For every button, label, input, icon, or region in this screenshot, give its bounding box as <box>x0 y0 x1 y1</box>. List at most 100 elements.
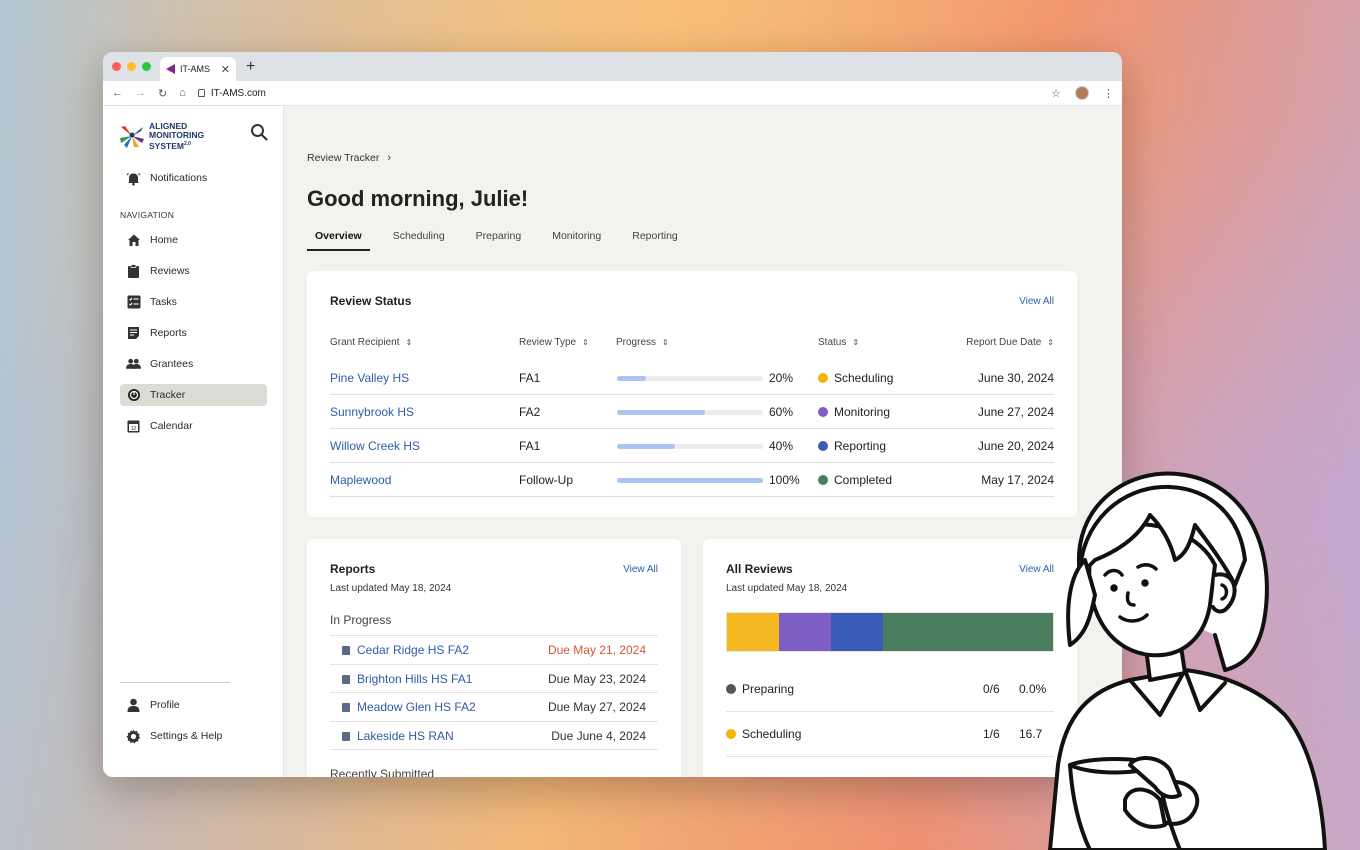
list-item[interactable]: Brighton Hills HS FA1 Due May 23, 2024 <box>330 663 658 692</box>
tab-preparing[interactable]: Preparing <box>468 228 530 251</box>
document-icon <box>342 646 350 655</box>
column-header-label: Review Type <box>519 337 577 348</box>
review-type: Follow-Up <box>519 473 574 487</box>
review-stage-row[interactable]: Scheduling 1/6 16.7 <box>726 712 1054 757</box>
maximize-window-button[interactable] <box>142 62 151 71</box>
tab-reporting[interactable]: Reporting <box>624 228 686 251</box>
table-row[interactable]: Maplewood Follow-Up 100% Completed May 17, 2… <box>330 463 1054 497</box>
sidebar-item-label: Reports <box>150 327 187 339</box>
stage-dot <box>726 729 736 739</box>
logo-mark-icon <box>120 126 144 149</box>
search-icon[interactable] <box>250 123 268 141</box>
report-link[interactable]: Meadow Glen HS FA2 <box>357 700 476 714</box>
nav-heading: NAVIGATION <box>120 210 175 220</box>
column-header-status[interactable]: Status ⇕ <box>818 337 859 348</box>
sidebar-item-notifications[interactable]: Notifications <box>120 167 267 189</box>
report-link[interactable]: Cedar Ridge HS FA2 <box>357 643 469 657</box>
status-badge: Scheduling <box>818 371 893 385</box>
progress-value: 100% <box>769 473 800 487</box>
due-date: June 30, 2024 <box>977 371 1054 385</box>
review-stage-row[interactable]: Preparing 0/6 0.0% <box>726 667 1054 712</box>
people-icon <box>126 357 141 372</box>
grant-recipient-link[interactable]: Sunnybrook HS <box>330 405 414 419</box>
clipboard-icon <box>126 264 141 279</box>
column-header-progress[interactable]: Progress ⇕ <box>616 337 669 348</box>
profile-avatar[interactable] <box>1075 86 1089 100</box>
calendar-icon: 12 <box>126 419 141 434</box>
review-type: FA2 <box>519 405 541 419</box>
sidebar-item-grantees[interactable]: Grantees <box>120 353 267 375</box>
sidebar-item-settings[interactable]: Settings & Help <box>120 725 267 747</box>
minimize-window-button[interactable] <box>127 62 136 71</box>
stack-segment-reporting[interactable] <box>831 613 884 651</box>
url-text: IT-AMS.com <box>210 87 266 99</box>
stack-segment-monitoring[interactable] <box>779 613 832 651</box>
browser-menu-icon[interactable]: ⋮ <box>1103 87 1114 100</box>
sidebar-item-profile[interactable]: Profile <box>120 694 267 716</box>
list-item[interactable]: Meadow Glen HS FA2 Due May 27, 2024 <box>330 692 658 720</box>
sidebar-item-label: Grantees <box>150 358 194 370</box>
report-link[interactable]: Lakeside HS RAN <box>357 729 454 743</box>
tab-monitoring[interactable]: Monitoring <box>544 228 609 251</box>
table-row[interactable]: Willow Creek HS FA1 40% Reporting June 20, 2… <box>330 429 1054 463</box>
status-dot <box>818 475 828 485</box>
favicon-icon <box>166 64 175 74</box>
table-row[interactable]: Pine Valley HS FA1 20% Scheduling June 30, 2… <box>330 361 1054 395</box>
column-header-due-date[interactable]: Report Due Date ⇕ <box>966 337 1054 348</box>
sidebar-item-label: Tracker <box>150 389 186 401</box>
bookmark-star-icon[interactable]: ☆ <box>1051 87 1061 100</box>
tab-scheduling[interactable]: Scheduling <box>385 228 453 251</box>
column-header-label: Status <box>818 337 847 348</box>
browser-tab-strip: IT-AMS ✕ + <box>103 52 1122 81</box>
status-badge: Monitoring <box>818 405 890 419</box>
home-icon[interactable]: ⌂ <box>179 87 186 99</box>
view-all-link[interactable]: View All <box>1019 296 1054 307</box>
grant-recipient-link[interactable]: Willow Creek HS <box>330 439 420 453</box>
sidebar-item-calendar[interactable]: 12 Calendar <box>120 415 267 437</box>
sidebar-item-reviews[interactable]: Reviews <box>120 260 267 282</box>
sort-icon: ⇕ <box>1047 338 1054 347</box>
grant-recipient-link[interactable]: Pine Valley HS <box>330 371 409 385</box>
tab-close-icon[interactable]: ✕ <box>221 63 230 76</box>
forward-icon[interactable]: → <box>135 87 146 99</box>
new-tab-button[interactable]: + <box>246 58 255 76</box>
close-window-button[interactable] <box>112 62 121 71</box>
lock-icon <box>197 89 205 97</box>
sidebar-item-home[interactable]: Home <box>120 229 267 251</box>
column-header-recipient[interactable]: Grant Recipient ⇕ <box>330 337 412 348</box>
list-item[interactable]: Cedar Ridge HS FA2 Due May 21, 2024 <box>330 635 658 663</box>
browser-tab[interactable]: IT-AMS ✕ <box>160 57 236 81</box>
view-all-link[interactable]: View All <box>623 564 658 575</box>
recently-submitted-heading: Recently Submitted <box>330 767 435 777</box>
progress-bar <box>617 444 763 449</box>
chevron-right-icon: › <box>387 152 392 164</box>
logo[interactable]: ALIGNED MONITORING SYSTEM2.0 <box>119 122 204 151</box>
status-label: Monitoring <box>834 405 891 419</box>
tab-overview[interactable]: Overview <box>307 228 370 251</box>
progress-value: 40% <box>769 439 794 453</box>
report-link[interactable]: Brighton Hills HS FA1 <box>357 672 472 686</box>
gear-icon <box>126 728 141 744</box>
grant-recipient-link[interactable]: Maplewood <box>330 473 391 487</box>
sidebar-item-label: Reviews <box>150 265 190 277</box>
sidebar-item-tracker[interactable]: Tracker <box>120 384 267 406</box>
column-header-label: Grant Recipient <box>330 337 400 348</box>
reload-icon[interactable]: ↻ <box>158 87 167 100</box>
sidebar-item-tasks[interactable]: Tasks <box>120 291 267 313</box>
due-date: June 27, 2024 <box>977 405 1054 419</box>
back-icon[interactable]: ← <box>112 87 123 99</box>
status-label: Scheduling <box>834 371 894 385</box>
card-title: Review Status <box>330 294 412 308</box>
table-row[interactable]: Sunnybrook HS FA2 60% Monitoring June 27, 20… <box>330 395 1054 429</box>
breadcrumb-item[interactable]: Review Tracker <box>307 152 379 164</box>
list-item[interactable]: Lakeside HS RAN Due June 4, 2024 <box>330 720 658 749</box>
card-title: All Reviews <box>726 562 793 576</box>
url-field[interactable]: IT-AMS.com <box>197 87 1039 99</box>
stack-segment-scheduling[interactable] <box>727 613 780 651</box>
document-icon <box>342 731 350 741</box>
progress-bar <box>617 478 763 483</box>
logo-version: 2.0 <box>183 141 191 147</box>
review-status-card: Review Status View All Grant Recipient ⇕ … <box>307 271 1077 517</box>
column-header-type[interactable]: Review Type ⇕ <box>519 337 589 348</box>
sidebar-item-reports[interactable]: Reports <box>120 322 267 344</box>
